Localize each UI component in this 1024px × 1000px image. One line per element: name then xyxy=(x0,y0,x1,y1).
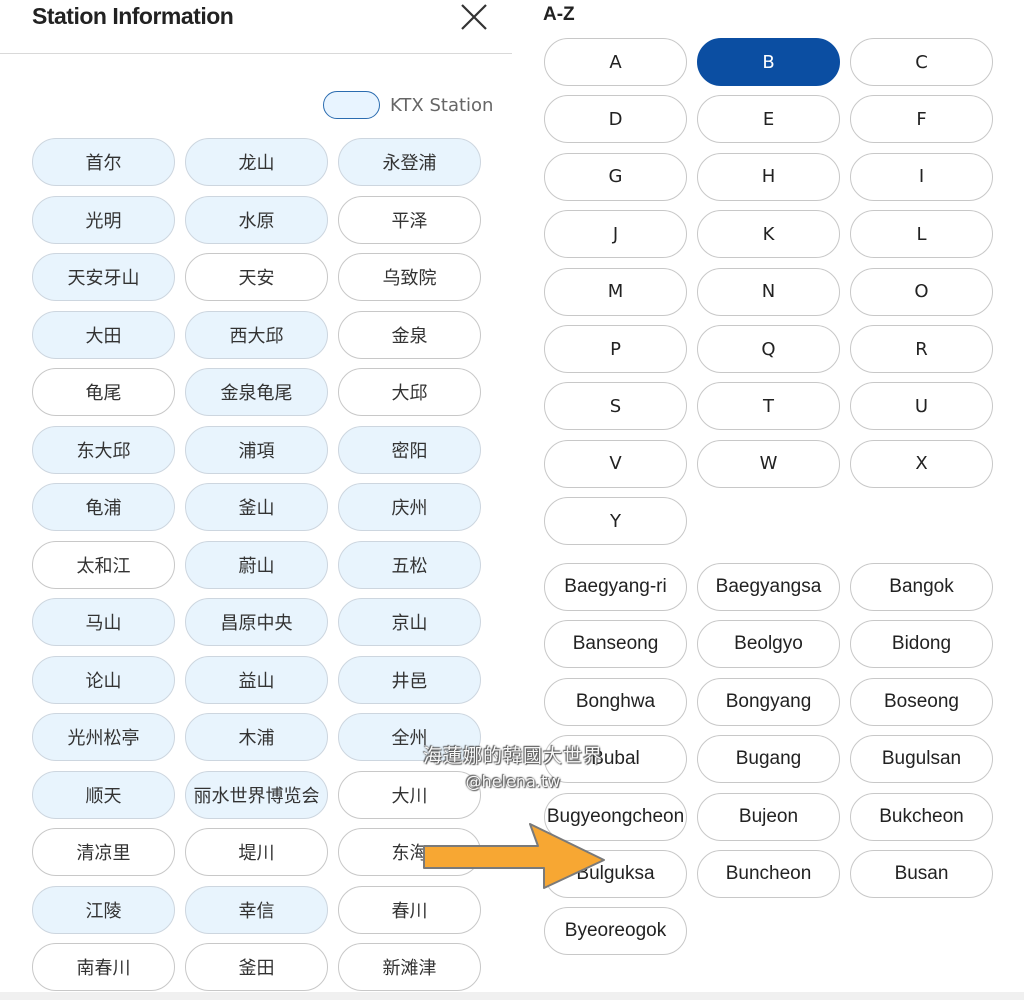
station-button[interactable]: 永登浦 xyxy=(338,138,481,186)
english-station-button[interactable]: Bidong xyxy=(850,620,993,669)
station-button[interactable]: 五松 xyxy=(338,540,481,589)
station-button[interactable]: 天安牙山 xyxy=(32,253,175,301)
station-button[interactable]: 平泽 xyxy=(338,195,481,244)
letter-button-n[interactable]: N xyxy=(697,267,840,316)
letter-button-p[interactable]: P xyxy=(544,325,687,373)
station-button[interactable]: 金泉 xyxy=(338,310,481,359)
english-station-button[interactable]: Boseong xyxy=(850,677,993,726)
letter-button-f[interactable]: F xyxy=(850,95,993,144)
station-button[interactable]: 昌原中央 xyxy=(185,598,328,646)
station-button[interactable]: 幸信 xyxy=(185,885,328,934)
english-station-button[interactable]: Bujeon xyxy=(697,792,840,841)
station-button[interactable]: 水原 xyxy=(185,195,328,244)
station-button[interactable]: 井邑 xyxy=(338,655,481,704)
english-station-button[interactable]: Beolgyo xyxy=(697,620,840,669)
letter-button-w[interactable]: W xyxy=(697,439,840,488)
letter-button-b[interactable]: B xyxy=(697,38,840,86)
letter-button-o[interactable]: O xyxy=(850,267,993,316)
station-button[interactable]: 东大邱 xyxy=(32,425,175,474)
letter-button-q[interactable]: Q xyxy=(697,325,840,373)
station-button[interactable]: 蔚山 xyxy=(185,540,328,589)
station-button[interactable]: 大邱 xyxy=(338,368,481,416)
station-button[interactable]: 论山 xyxy=(32,655,175,704)
letter-button-y[interactable]: Y xyxy=(544,497,687,546)
station-button[interactable]: 大田 xyxy=(32,310,175,359)
station-button[interactable]: 马山 xyxy=(32,598,175,646)
english-station-button[interactable]: Bonghwa xyxy=(544,677,687,726)
letter-button-e[interactable]: E xyxy=(697,95,840,144)
close-button[interactable] xyxy=(456,0,492,36)
station-button[interactable]: 乌致院 xyxy=(338,253,481,301)
station-button[interactable]: 龟浦 xyxy=(32,483,175,531)
station-button[interactable]: 龙山 xyxy=(185,138,328,186)
arrow-right-icon xyxy=(423,823,605,889)
english-station-button[interactable]: Baegyang-ri xyxy=(544,563,687,611)
az-title: A-Z xyxy=(543,4,575,25)
station-button[interactable]: 木浦 xyxy=(185,713,328,761)
station-button[interactable]: 顺天 xyxy=(32,770,175,819)
letter-button-u[interactable]: U xyxy=(850,382,993,431)
station-button[interactable]: 西大邱 xyxy=(185,310,328,359)
close-icon xyxy=(461,4,487,30)
panel-title: Station Information xyxy=(32,3,234,29)
letter-button-h[interactable]: H xyxy=(697,152,840,201)
letter-button-g[interactable]: G xyxy=(544,152,687,201)
station-button[interactable]: 天安 xyxy=(185,253,328,301)
station-button[interactable]: 密阳 xyxy=(338,425,481,474)
title-divider xyxy=(0,53,512,54)
station-button[interactable]: 清凉里 xyxy=(32,828,175,876)
letter-button-v[interactable]: V xyxy=(544,439,687,488)
english-station-button[interactable]: Bugang xyxy=(697,735,840,784)
station-button[interactable]: 新滩津 xyxy=(338,943,481,991)
station-button[interactable]: 堤川 xyxy=(185,828,328,876)
station-button[interactable]: 春川 xyxy=(338,885,481,934)
watermark-title: 海蓮娜的韓國大世界 xyxy=(422,745,603,767)
station-button[interactable]: 京山 xyxy=(338,598,481,646)
station-button[interactable]: 浦項 xyxy=(185,425,328,474)
letter-button-s[interactable]: S xyxy=(544,382,687,431)
letter-button-c[interactable]: C xyxy=(850,38,993,86)
letter-button-r[interactable]: R xyxy=(850,325,993,373)
station-button[interactable]: 益山 xyxy=(185,655,328,704)
station-button[interactable]: 光明 xyxy=(32,195,175,244)
english-station-button[interactable]: Baegyangsa xyxy=(697,563,840,611)
bottom-strip xyxy=(0,992,1024,1000)
letter-button-k[interactable]: K xyxy=(697,210,840,259)
english-station-button[interactable]: Buncheon xyxy=(697,850,840,898)
legend-label: KTX Station xyxy=(390,94,494,116)
station-button[interactable]: 首尔 xyxy=(32,138,175,186)
station-button[interactable]: 太和江 xyxy=(32,540,175,589)
legend: KTX Station xyxy=(323,90,493,120)
watermark: 海蓮娜的韓國大世界 @helena.tw xyxy=(408,741,618,791)
letter-button-i[interactable]: I xyxy=(850,152,993,201)
letter-button-a[interactable]: A xyxy=(544,38,687,86)
letter-button-j[interactable]: J xyxy=(544,210,687,259)
ktx-legend-swatch xyxy=(323,91,380,119)
station-button[interactable]: 庆州 xyxy=(338,483,481,531)
english-station-button[interactable]: Byeoreogok xyxy=(544,907,687,956)
english-station-button[interactable]: Bangok xyxy=(850,563,993,611)
english-station-button[interactable]: Bukcheon xyxy=(850,792,993,841)
letter-button-m[interactable]: M xyxy=(544,267,687,316)
station-button[interactable]: 釜田 xyxy=(185,943,328,991)
letter-button-d[interactable]: D xyxy=(544,95,687,144)
station-button[interactable]: 南春川 xyxy=(32,943,175,991)
station-button[interactable]: 丽水世界博览会 xyxy=(185,770,328,819)
station-button[interactable]: 金泉龟尾 xyxy=(185,368,328,416)
station-button[interactable]: 江陵 xyxy=(32,885,175,934)
english-station-button[interactable]: Banseong xyxy=(544,620,687,669)
letter-button-l[interactable]: L xyxy=(850,210,993,259)
watermark-handle: @helena.tw xyxy=(465,772,561,791)
station-button[interactable]: 龟尾 xyxy=(32,368,175,416)
station-button[interactable]: 光州松亭 xyxy=(32,713,175,761)
english-station-button[interactable]: Bongyang xyxy=(697,677,840,726)
english-station-button[interactable]: Bugulsan xyxy=(850,735,993,784)
english-station-button[interactable]: Busan xyxy=(850,850,993,898)
letter-button-t[interactable]: T xyxy=(697,382,840,431)
station-button[interactable]: 釜山 xyxy=(185,483,328,531)
letter-button-x[interactable]: X xyxy=(850,439,993,488)
